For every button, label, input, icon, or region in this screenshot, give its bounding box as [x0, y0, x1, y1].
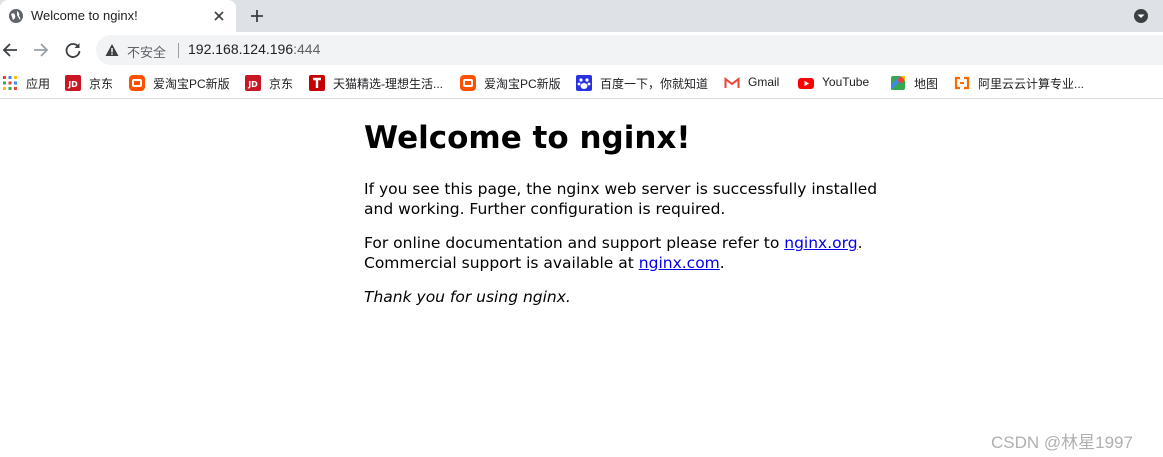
address-bar[interactable]: 不安全 192.168.124.196:444: [96, 35, 1163, 65]
url-port: :444: [293, 41, 321, 57]
baidu-logo-icon: [576, 75, 592, 91]
toolbar: 不安全 192.168.124.196:444: [0, 32, 1163, 68]
bookmark-label: 百度一下，你就知道: [600, 77, 709, 91]
commercial-text: Commercial support is available at: [364, 253, 639, 272]
svg-text:JD: JD: [67, 80, 78, 89]
bookmark-label: 阿里云云计算专业...: [978, 77, 1085, 91]
url-text[interactable]: 192.168.124.196:444: [188, 41, 320, 57]
bookmark-label: YouTube: [822, 75, 870, 89]
docs-period: .: [857, 234, 863, 252]
bookmark-label: 地图: [914, 77, 939, 91]
bookmark-label: 应用: [26, 77, 51, 91]
reload-icon[interactable]: [62, 39, 84, 61]
aliyun-logo-icon: [954, 76, 970, 90]
back-icon[interactable]: [0, 39, 22, 61]
globe-icon: [9, 9, 23, 23]
taobao-logo-icon: [460, 75, 476, 91]
tab-title: Welcome to nginx!: [31, 8, 138, 23]
close-icon[interactable]: [211, 8, 227, 24]
bookmark-label: 天猫精选-理想生活...: [333, 77, 443, 91]
docs-text: For online documentation and support ple…: [364, 234, 785, 252]
thanks-paragraph: Thank you for using nginx.: [364, 288, 884, 308]
bookmark-label: 京东: [89, 77, 114, 91]
jd-logo-icon: JD: [65, 75, 81, 91]
jd-logo-icon: JD: [245, 75, 261, 91]
maps-logo-icon: [891, 76, 905, 90]
warning-icon[interactable]: [105, 43, 119, 57]
tab-search-icon[interactable]: [1132, 7, 1150, 25]
docs-paragraph: For online documentation and support ple…: [364, 234, 884, 273]
taobao-logo-icon: [129, 75, 145, 91]
apps-grid-icon: [3, 76, 17, 90]
tab-active[interactable]: Welcome to nginx!: [0, 0, 236, 32]
bookmark-label: 京东: [269, 77, 294, 91]
new-tab-icon[interactable]: [247, 6, 267, 26]
tab-strip: Welcome to nginx!: [0, 0, 1163, 32]
tmall-logo-icon: [309, 75, 325, 91]
svg-text:JD: JD: [247, 80, 258, 89]
youtube-logo-icon: [798, 78, 814, 89]
bookmarks-bar: 应用 JD 京东 爱淘宝PC新版 JD 京东 天猫精选-理想生活... 爱淘宝P…: [0, 68, 1163, 99]
bookmark-label: Gmail: [748, 75, 780, 89]
nginx-org-link[interactable]: nginx.org: [784, 234, 857, 252]
security-label[interactable]: 不安全: [127, 42, 166, 61]
bookmark-label: 爱淘宝PC新版: [484, 77, 561, 91]
page-heading: Welcome to nginx!: [364, 120, 691, 156]
bookmark-label: 爱淘宝PC新版: [153, 77, 230, 91]
page-content: Welcome to nginx! If you see this page, …: [364, 120, 884, 323]
watermark: CSDN @林星1997: [991, 433, 1133, 452]
commercial-period: .: [719, 253, 725, 272]
intro-paragraph: If you see this page, the nginx web serv…: [364, 180, 878, 218]
thanks-text: Thank you for using nginx.: [364, 288, 571, 306]
forward-icon[interactable]: [29, 39, 51, 61]
gmail-logo-icon: [724, 76, 740, 88]
nginx-com-link[interactable]: nginx.com: [639, 254, 720, 272]
omnibox-separator: [178, 43, 179, 58]
url-host: 192.168.124.196: [188, 41, 294, 57]
